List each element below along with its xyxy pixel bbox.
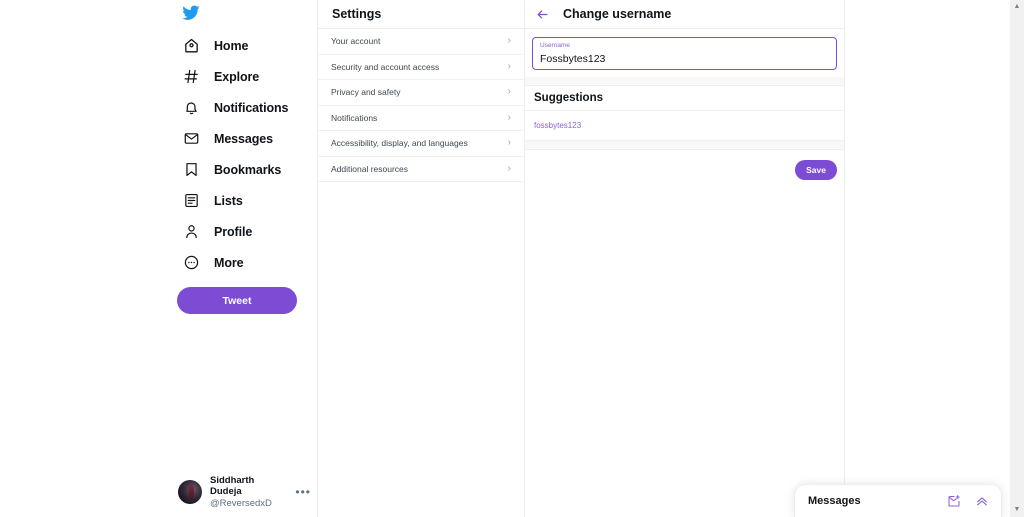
settings-row-accessibility-display-and-languages[interactable]: Accessibility, display, and languages › [318, 131, 524, 157]
sidebar-item-label: Bookmarks [214, 162, 282, 177]
scrollbar-up-arrow-icon[interactable]: ▲ [1010, 0, 1024, 14]
chevron-right-icon: › [507, 162, 511, 174]
person-icon [182, 223, 200, 241]
username-input[interactable] [540, 51, 829, 66]
settings-header: Settings [318, 0, 524, 29]
settings-row-additional-resources[interactable]: Additional resources › [318, 157, 524, 182]
suggestions-title: Suggestions [534, 92, 604, 104]
sidebar-item-messages[interactable]: Messages [176, 123, 317, 154]
settings-row-label: Privacy and safety [331, 87, 401, 98]
envelope-icon [182, 130, 200, 148]
sidebar-item-explore[interactable]: Explore [176, 61, 317, 92]
sidebar-item-profile[interactable]: Profile [176, 216, 317, 247]
chevron-right-icon: › [507, 137, 511, 149]
suggestions-header: Suggestions [525, 86, 844, 111]
chevron-double-up-icon[interactable] [974, 494, 989, 509]
section-divider-band [525, 141, 844, 150]
save-button[interactable]: Save [795, 160, 837, 180]
bookmark-icon [182, 161, 200, 179]
home-icon [182, 37, 200, 55]
page-scrollbar[interactable]: ▲ ▼ [1010, 0, 1024, 517]
sidebar-item-label: Notifications [214, 100, 289, 115]
sidebar-item-label: Lists [214, 193, 243, 208]
messages-dock[interactable]: Messages [794, 484, 1002, 517]
settings-title: Settings [332, 7, 382, 21]
username-field-wrapper: Username [525, 29, 844, 77]
username-field[interactable]: Username [532, 37, 837, 70]
sidebar-item-label: Messages [214, 131, 273, 146]
page-title: Change username [563, 7, 672, 21]
settings-row-privacy-and-safety[interactable]: Privacy and safety › [318, 80, 524, 106]
sidebar-item-more[interactable]: More [176, 247, 317, 278]
save-bar: Save [525, 150, 844, 190]
sidebar-item-label: More [214, 255, 244, 270]
scrollbar-down-arrow-icon[interactable]: ▼ [1010, 503, 1024, 517]
sidebar-item-home[interactable]: Home [176, 30, 317, 61]
messages-dock-title: Messages [808, 495, 861, 507]
sidebar-item-lists[interactable]: Lists [176, 185, 317, 216]
scrollbar-thumb[interactable] [1010, 14, 1024, 314]
account-more-icon[interactable]: ••• [295, 485, 313, 499]
twitter-settings-page: Home Explore Notifications Messages Book [0, 0, 1024, 517]
settings-row-security-and-account-access[interactable]: Security and account access › [318, 55, 524, 80]
settings-row-your-account[interactable]: Your account › [318, 29, 524, 55]
avatar [178, 480, 202, 504]
tweet-button[interactable]: Tweet [177, 287, 297, 314]
section-divider-band [525, 77, 844, 86]
list-item[interactable]: fossbytes123 [525, 111, 844, 141]
settings-column: Settings Your account › Security and acc… [317, 0, 525, 517]
chevron-right-icon: › [507, 35, 511, 47]
more-circle-icon [182, 254, 200, 272]
settings-row-label: Notifications [331, 112, 378, 123]
list-icon [182, 192, 200, 210]
account-handle: @ReversedxD [210, 497, 272, 509]
settings-row-notifications[interactable]: Notifications › [318, 106, 524, 131]
sidebar-item-bookmarks[interactable]: Bookmarks [176, 154, 317, 185]
username-field-label: Username [540, 42, 570, 49]
account-names: Siddharth Dudeja @ReversedxD [210, 475, 287, 509]
sidebar-item-notifications[interactable]: Notifications [176, 92, 317, 123]
new-message-icon[interactable] [946, 494, 961, 509]
settings-row-label: Accessibility, display, and languages [331, 138, 468, 149]
detail-header: Change username [525, 0, 844, 29]
twitter-bird-icon [182, 4, 200, 27]
chevron-right-icon: › [507, 86, 511, 98]
sidebar-item-label: Explore [214, 69, 260, 84]
twitter-logo[interactable] [176, 0, 317, 30]
settings-row-label: Your account [331, 36, 381, 47]
chevron-right-icon: › [507, 111, 511, 123]
messages-dock-actions [946, 494, 989, 509]
account-switcher[interactable]: Siddharth Dudeja @ReversedxD ••• [178, 475, 313, 509]
primary-navigation: Home Explore Notifications Messages Book [176, 0, 317, 517]
sidebar-item-label: Home [214, 38, 249, 53]
bell-icon [182, 99, 200, 117]
suggestion-link[interactable]: fossbytes123 [534, 121, 581, 130]
arrow-left-icon[interactable] [534, 6, 550, 22]
hashtag-icon [182, 68, 200, 86]
settings-row-label: Security and account access [331, 61, 440, 72]
settings-row-label: Additional resources [331, 163, 409, 174]
chevron-right-icon: › [507, 60, 511, 72]
change-username-panel: Change username Username Suggestions fos… [525, 0, 845, 517]
sidebar-item-label: Profile [214, 224, 253, 239]
account-display-name: Siddharth Dudeja [210, 474, 255, 498]
